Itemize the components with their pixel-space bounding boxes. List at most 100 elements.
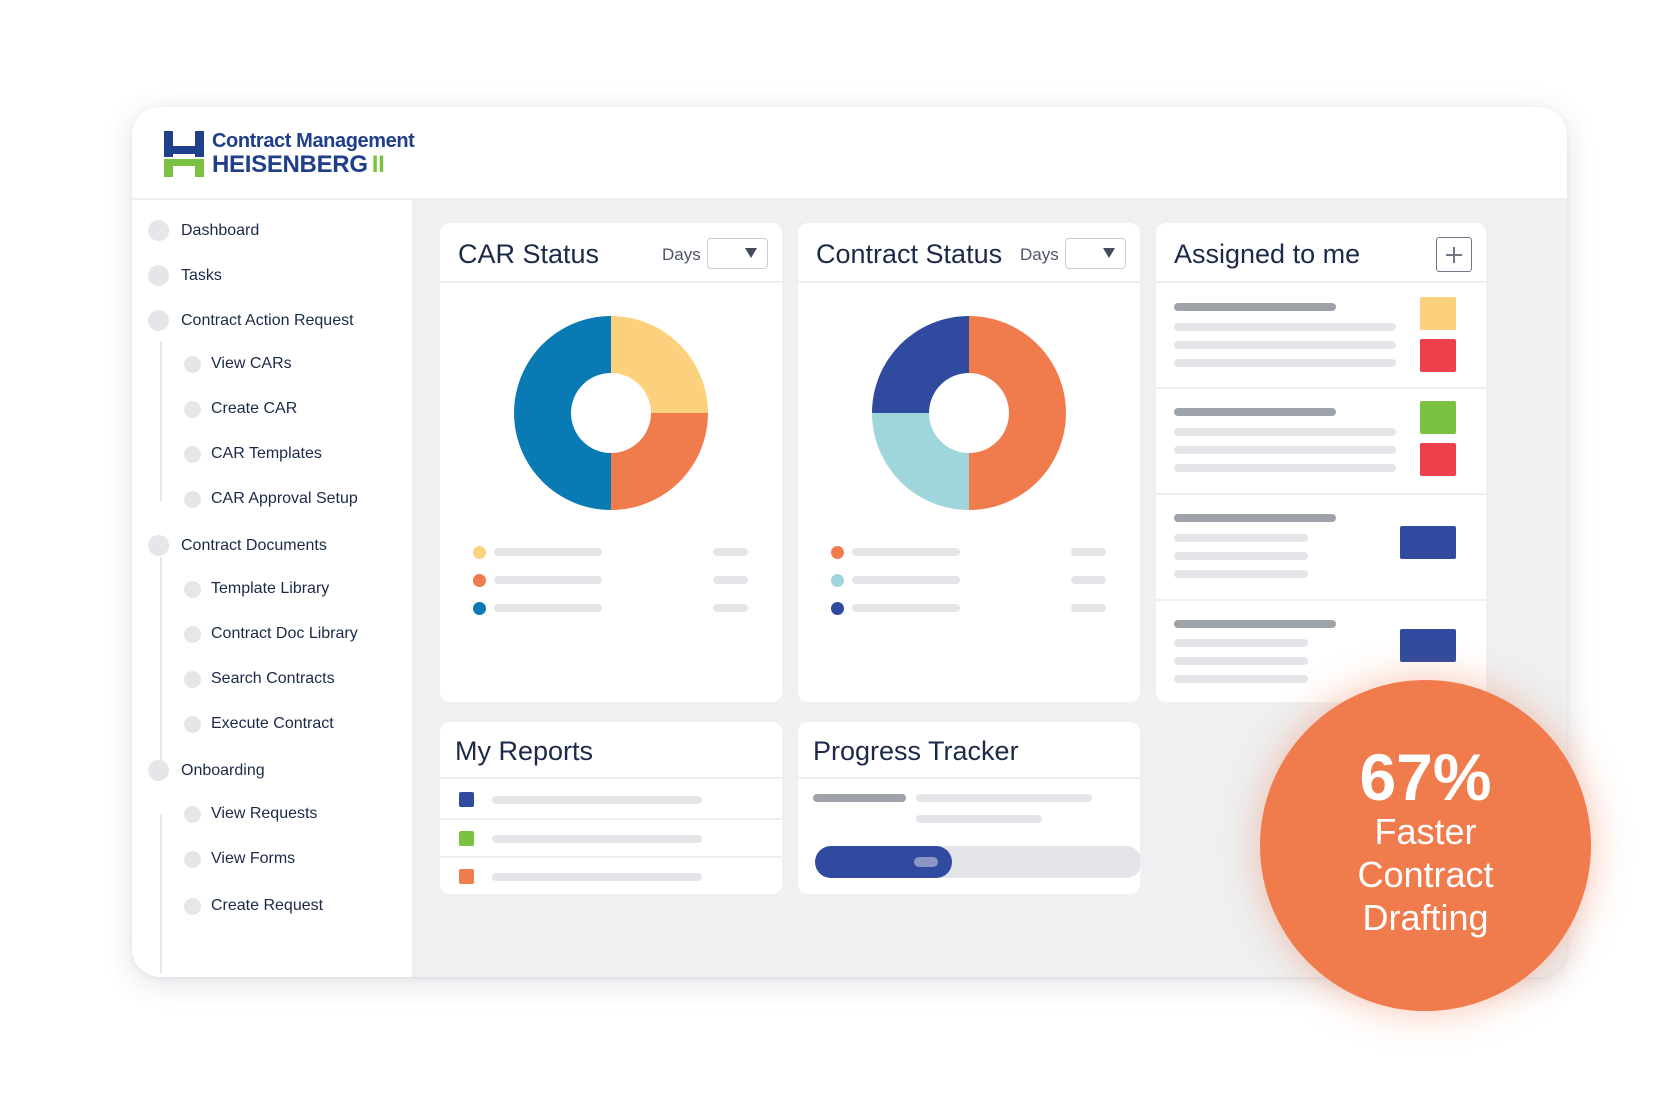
sidebar-item-label: View CARs <box>211 355 292 372</box>
sidebar-item-dashboard[interactable]: Dashboard <box>148 220 259 241</box>
days-select[interactable] <box>707 238 768 269</box>
divider <box>1156 387 1486 389</box>
divider <box>1156 599 1486 601</box>
card-title: CAR Status <box>458 239 600 269</box>
item-line-bar <box>1174 323 1396 331</box>
badge-line2: Contract <box>1357 854 1494 895</box>
item-line-bar <box>1174 446 1396 454</box>
card-title: Contract Status <box>816 239 1003 269</box>
divider <box>440 818 782 820</box>
badge-line3: Drafting <box>1362 897 1489 938</box>
donut-slice-2 <box>872 316 969 413</box>
badge-percent: 67% <box>1359 740 1492 814</box>
nav-bullet-icon <box>184 625 201 643</box>
sidebar-item-view-cars[interactable]: View CARs <box>184 355 292 373</box>
report-name-bar <box>492 873 702 881</box>
nav-tree-line-car <box>160 341 162 501</box>
sidebar-item-onboarding[interactable]: Onboarding <box>148 760 265 781</box>
sidebar-item-label: Contract Documents <box>181 536 327 554</box>
sidebar-item-label: Dashboard <box>181 221 260 239</box>
sidebar-item-search-contracts[interactable]: Search Contracts <box>184 670 335 688</box>
progress-detail-bar <box>916 794 1092 802</box>
sidebar-item-label: Search Contracts <box>211 670 335 687</box>
sidebar-item-car-templates[interactable]: CAR Templates <box>184 445 322 463</box>
nav-bullet-icon <box>148 760 169 781</box>
chevron-down-icon <box>1103 248 1115 258</box>
badge-line1: Faster <box>1374 811 1477 852</box>
item-title-bar <box>1174 303 1336 311</box>
report-color-swatch <box>459 831 474 846</box>
logo-heisenberg: HEISENBERG <box>212 151 368 178</box>
sidebar-item-label: CAR Templates <box>211 445 322 462</box>
nav-bullet-icon <box>148 310 169 331</box>
sidebar-item-view-forms[interactable]: View Forms <box>184 850 295 868</box>
sidebar-item-label: CAR Approval Setup <box>211 490 358 507</box>
nav-bullet-icon <box>184 445 201 463</box>
days-select[interactable] <box>1065 238 1126 269</box>
plus-icon[interactable] <box>1436 237 1472 272</box>
legend-dot <box>831 602 844 615</box>
nav-bullet-icon <box>148 265 169 286</box>
sidebar-item-label: Contract Action Request <box>181 311 354 329</box>
sidebar-item-template-library[interactable]: Template Library <box>184 580 329 598</box>
item-title-bar <box>1174 620 1336 628</box>
sidebar-item-contract-action-request[interactable]: Contract Action Request <box>148 310 354 331</box>
legend-value-bar <box>1071 548 1106 556</box>
divider <box>1156 493 1486 495</box>
progress-handle[interactable] <box>914 857 938 867</box>
sidebar-item-view-requests[interactable]: View Requests <box>184 805 317 823</box>
logo-text: Contract Management HEISENBERG II <box>212 131 415 177</box>
sidebar-item-label: Create CAR <box>211 400 298 417</box>
progress-tracker-card: Progress Tracker <box>798 722 1140 894</box>
chevron-down-icon <box>745 248 757 258</box>
item-title-bar <box>1174 408 1336 416</box>
item-line-bar <box>1174 359 1396 367</box>
assigned-header: Assigned to me <box>1156 223 1486 283</box>
report-name-bar <box>492 796 702 804</box>
legend-dot <box>831 574 844 587</box>
item-line-bar <box>1174 341 1396 349</box>
sidebar-item-execute-contract[interactable]: Execute Contract <box>184 715 334 733</box>
donut-slice-2 <box>514 316 611 510</box>
donut-slice-0 <box>969 316 1066 510</box>
sidebar-item-create-car[interactable]: Create CAR <box>184 400 297 418</box>
sidebar-item-contract-documents[interactable]: Contract Documents <box>148 535 327 556</box>
nav-bullet-icon <box>184 805 201 823</box>
item-line-bar <box>1174 552 1308 560</box>
sidebar-item-label: Template Library <box>211 580 330 597</box>
status-badge <box>1420 443 1456 476</box>
status-badge <box>1420 339 1456 372</box>
nav-bullet-icon <box>148 535 169 556</box>
sidebar-item-label: Execute Contract <box>211 715 334 732</box>
app-logo[interactable]: Contract Management HEISENBERG II <box>162 131 415 177</box>
logo-roman: II <box>371 151 385 178</box>
sidebar-item-label: View Requests <box>211 805 318 822</box>
donut-slice-1 <box>872 413 969 510</box>
nav-bullet-icon <box>184 355 201 373</box>
sidebar-item-label: Create Request <box>211 897 324 914</box>
sidebar-item-car-approval-setup[interactable]: CAR Approval Setup <box>184 490 358 508</box>
assigned-card: Assigned to me <box>1156 223 1486 702</box>
legend-label-bar <box>852 548 960 556</box>
my-reports-header: My Reports <box>440 722 782 779</box>
progress-detail-bar <box>916 815 1042 823</box>
logo-line2: HEISENBERG II <box>212 153 414 177</box>
sidebar-item-create-request[interactable]: Create Request <box>184 897 323 915</box>
legend-value-bar <box>713 576 748 584</box>
sidebar-item-tasks[interactable]: Tasks <box>148 265 222 286</box>
sidebar: Dashboard Tasks Contract Action Request Vie… <box>132 200 414 977</box>
item-line-bar <box>1174 675 1308 683</box>
legend-label-bar <box>852 576 960 584</box>
legend-label-bar <box>852 604 960 612</box>
app-header: Contract Management HEISENBERG II <box>132 107 1567 200</box>
report-color-swatch <box>459 869 474 884</box>
card-title: Assigned to me <box>1174 239 1361 269</box>
legend-value-bar <box>1071 604 1106 612</box>
sidebar-item-label: Tasks <box>181 266 222 284</box>
nav-bullet-icon <box>184 850 201 868</box>
nav-bullet-icon <box>184 490 201 508</box>
heisenberg-logo-icon <box>164 131 204 177</box>
sidebar-item-contract-doc-library[interactable]: Contract Doc Library <box>184 625 358 643</box>
progress-bar[interactable] <box>815 846 1140 878</box>
nav-tree-line-documents <box>160 557 162 761</box>
